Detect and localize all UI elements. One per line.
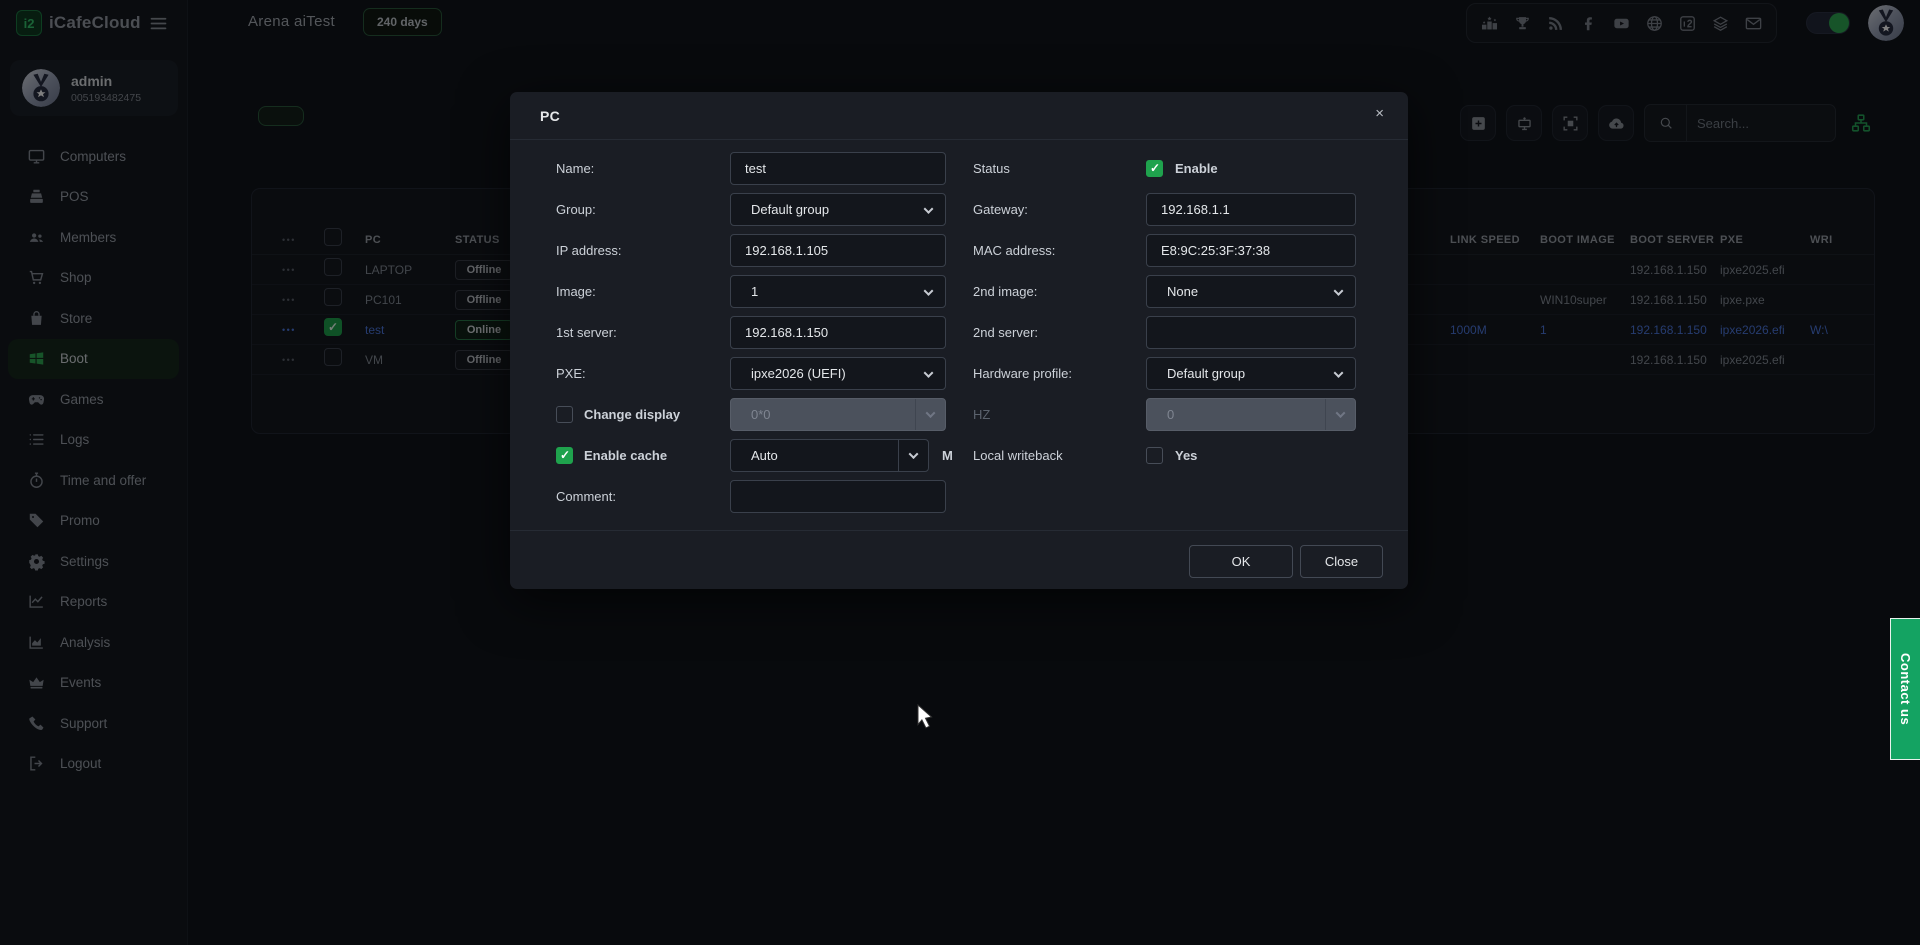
pc-dialog: PC × Name: Status Enable Group: Default … bbox=[510, 92, 1408, 589]
writeback-yes-label: Yes bbox=[1175, 448, 1197, 463]
change-display-label: Change display bbox=[584, 407, 680, 422]
group-label: Group: bbox=[556, 193, 730, 226]
pxe-label: PXE: bbox=[556, 357, 730, 390]
chevron-down-icon bbox=[1334, 368, 1344, 378]
hz-label: HZ bbox=[973, 398, 1146, 431]
mac-label: MAC address: bbox=[973, 234, 1146, 267]
hz-select: 0 bbox=[1146, 398, 1356, 431]
ip-label: IP address: bbox=[556, 234, 730, 267]
pxe-select[interactable]: ipxe2026 (UEFI) bbox=[730, 357, 946, 390]
display-resolution-select: 0*0 bbox=[730, 398, 946, 431]
comment-input[interactable] bbox=[730, 480, 946, 513]
second-server-label: 2nd server: bbox=[973, 316, 1146, 349]
dialog-title: PC bbox=[540, 108, 560, 124]
enable-cache-label: Enable cache bbox=[584, 448, 667, 463]
gateway-input[interactable] bbox=[1146, 193, 1356, 226]
chevron-down-icon bbox=[1334, 286, 1344, 296]
image-label: Image: bbox=[556, 275, 730, 308]
chevron-down-icon bbox=[909, 449, 919, 459]
second-image-label: 2nd image: bbox=[973, 275, 1146, 308]
second-server-input[interactable] bbox=[1146, 316, 1356, 349]
dialog-body: Name: Status Enable Group: Default group… bbox=[556, 152, 1356, 513]
second-image-select[interactable]: None bbox=[1146, 275, 1356, 308]
gateway-label: Gateway: bbox=[973, 193, 1146, 226]
dialog-footer: OK Close bbox=[510, 530, 1408, 589]
hardware-profile-label: Hardware profile: bbox=[973, 357, 1146, 390]
cache-size-select[interactable]: Auto bbox=[730, 439, 929, 472]
name-input[interactable] bbox=[730, 152, 946, 185]
writeback-yes-checkbox[interactable] bbox=[1146, 447, 1163, 464]
status-enable-label: Enable bbox=[1175, 161, 1218, 176]
app-root: i2 iCafeCloud admin 005193482475 Com bbox=[0, 0, 1920, 945]
dialog-header: PC × bbox=[510, 92, 1408, 140]
hardware-profile-select[interactable]: Default group bbox=[1146, 357, 1356, 390]
group-select[interactable]: Default group bbox=[730, 193, 946, 226]
enable-cache-checkbox[interactable] bbox=[556, 447, 573, 464]
contact-us-button[interactable]: Contact us bbox=[1890, 618, 1920, 760]
chevron-down-icon bbox=[926, 408, 936, 418]
chevron-down-icon bbox=[1336, 408, 1346, 418]
change-display-checkbox[interactable] bbox=[556, 406, 573, 423]
image-select[interactable]: 1 bbox=[730, 275, 946, 308]
chevron-down-icon bbox=[924, 286, 934, 296]
close-button[interactable]: Close bbox=[1300, 545, 1383, 578]
comment-label: Comment: bbox=[556, 480, 730, 513]
status-enable-checkbox[interactable] bbox=[1146, 160, 1163, 177]
name-label: Name: bbox=[556, 152, 730, 185]
chevron-down-icon bbox=[924, 204, 934, 214]
chevron-down-icon bbox=[924, 368, 934, 378]
ip-input[interactable] bbox=[730, 234, 946, 267]
first-server-label: 1st server: bbox=[556, 316, 730, 349]
mac-input[interactable] bbox=[1146, 234, 1356, 267]
ok-button[interactable]: OK bbox=[1189, 545, 1293, 578]
local-writeback-label: Local writeback bbox=[973, 439, 1146, 472]
close-icon[interactable]: × bbox=[1375, 106, 1384, 121]
first-server-input[interactable] bbox=[730, 316, 946, 349]
status-label: Status bbox=[973, 152, 1146, 185]
